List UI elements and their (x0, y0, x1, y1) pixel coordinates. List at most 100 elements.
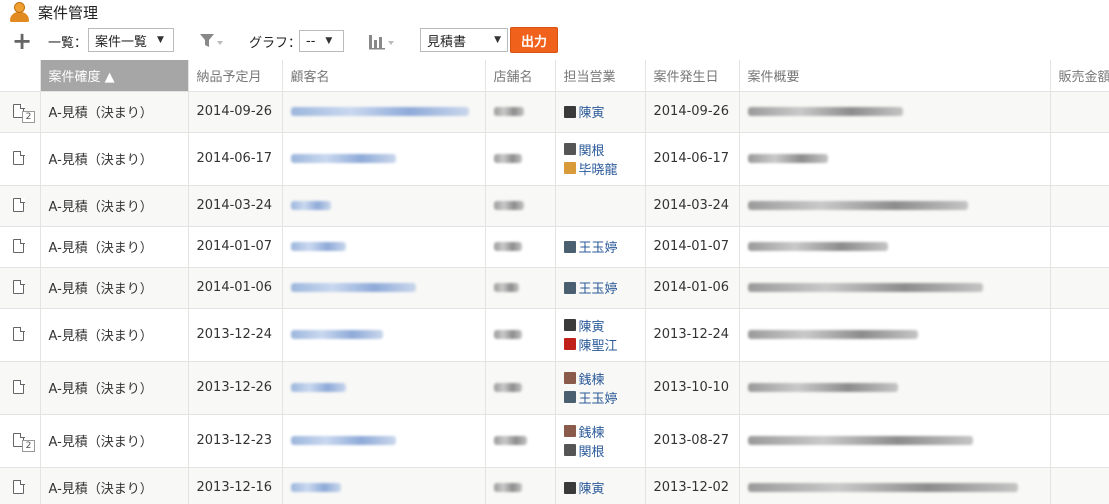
table-row[interactable]: A-見積（決まり） 2014-01-06 王玉婷 2014-01-06 (0, 267, 1109, 309)
redacted-summary (747, 483, 1018, 492)
document-icon[interactable] (13, 150, 25, 165)
redacted-customer-link[interactable] (290, 436, 396, 445)
attachment-cell[interactable] (0, 361, 41, 415)
app-person-icon (8, 2, 30, 22)
delivery-cell: 2014-01-07 (188, 226, 283, 268)
sales-person[interactable]: 関根 (563, 140, 637, 159)
document-icon[interactable] (13, 238, 25, 253)
store-cell (485, 267, 556, 309)
table-row[interactable]: 2 A-見積（決まり） 2013-12-23 銭楝 関根 2013-08-27 (0, 414, 1109, 468)
redacted-customer-link[interactable] (290, 383, 346, 392)
sales-person-name[interactable]: 関根 (579, 140, 605, 159)
customer-cell[interactable] (282, 267, 486, 309)
sales-person[interactable]: 陳聖江 (563, 335, 637, 354)
amount-cell (1050, 185, 1109, 227)
attachment-cell[interactable]: 2 (0, 414, 41, 468)
document-icon[interactable] (13, 279, 25, 294)
sales-person[interactable]: 王玉婷 (563, 237, 637, 256)
attachment-cell[interactable] (0, 308, 41, 362)
table-row[interactable]: A-見積（決まり） 2013-12-16 陳寅 2013-12-02 (0, 467, 1109, 504)
sales-person-name[interactable]: 王玉婷 (579, 388, 618, 407)
table-row[interactable]: A-見積（決まり） 2014-06-17 関根 毕晓龍 2014-06-17 (0, 132, 1109, 186)
redacted-summary (747, 201, 968, 210)
graph-label: グラフ： (249, 36, 302, 51)
graph-select[interactable]: -- ▼ (299, 30, 344, 52)
attachment-cell[interactable] (0, 132, 41, 186)
column-header-store[interactable]: 店舗名 (485, 60, 556, 92)
redacted-customer-link[interactable] (290, 107, 469, 116)
customer-cell[interactable] (282, 467, 486, 504)
avatar (563, 372, 576, 384)
sales-person-name[interactable]: 陳寅 (579, 316, 605, 335)
attachment-cell[interactable] (0, 267, 41, 309)
table-row[interactable]: A-見積（決まり） 2013-12-26 銭楝 王玉婷 2013-10-10 (0, 361, 1109, 415)
attachment-cell[interactable] (0, 185, 41, 227)
sales-person-name[interactable]: 王玉婷 (579, 237, 618, 256)
attachment-cell[interactable]: 2 (0, 91, 41, 133)
table-row[interactable]: A-見積（決まり） 2014-03-24 2014-03-24 (0, 185, 1109, 227)
table-row[interactable]: 2 A-見積（決まり） 2014-09-26 陳寅 2014-09-26 (0, 91, 1109, 133)
redacted-customer-link[interactable] (290, 242, 346, 251)
customer-cell[interactable] (282, 91, 486, 133)
column-header-rank[interactable]: 案件確度 ▲ (40, 60, 189, 92)
redacted-customer-link[interactable] (290, 283, 416, 292)
column-header-occurred[interactable]: 案件発生日 (645, 60, 740, 92)
attachment-cell[interactable] (0, 467, 41, 504)
redacted-customer-link[interactable] (290, 201, 331, 210)
export-button[interactable]: 出力 (510, 27, 559, 53)
sales-person-name[interactable]: 銭楝 (579, 422, 605, 441)
amount-cell (1050, 361, 1109, 415)
sales-person[interactable]: 王玉婷 (563, 388, 637, 407)
column-header-summary[interactable]: 案件概要 (739, 60, 1051, 92)
customer-cell[interactable] (282, 185, 486, 227)
chevron-down-icon: ▼ (494, 35, 501, 45)
document-icon[interactable] (13, 479, 25, 494)
redacted-customer-link[interactable] (290, 330, 383, 339)
report-template-select[interactable]: 見積書 ▼ (420, 28, 508, 52)
occurred-cell: 2014-06-17 (645, 132, 740, 186)
customer-cell[interactable] (282, 414, 486, 468)
redacted-summary (747, 383, 898, 392)
view-select[interactable]: 案件一覧 ▼ (88, 28, 174, 52)
sales-person-name[interactable]: 毕晓龍 (579, 159, 618, 178)
amount-cell (1050, 467, 1109, 504)
plus-icon[interactable]: + (12, 29, 32, 53)
customer-cell[interactable] (282, 361, 486, 415)
sales-person-name[interactable]: 銭楝 (579, 369, 605, 388)
sales-person[interactable]: 陳寅 (563, 316, 637, 335)
sales-person[interactable]: 銭楝 (563, 369, 637, 388)
bar-chart-icon[interactable] (368, 32, 396, 50)
sales-person-name[interactable]: 陳聖江 (579, 335, 618, 354)
filter-icon[interactable] (199, 33, 225, 49)
sales-person-name[interactable]: 王玉婷 (579, 278, 618, 297)
sales-person[interactable]: 陳寅 (563, 102, 637, 121)
sales-person[interactable]: 銭楝 (563, 422, 637, 441)
sales-person[interactable]: 毕晓龍 (563, 159, 637, 178)
document-icon[interactable] (13, 326, 25, 341)
attachment-cell[interactable] (0, 226, 41, 268)
rank-cell: A-見積（決まり） (40, 267, 189, 309)
redacted-customer-link[interactable] (290, 154, 396, 163)
sales-cell: 銭楝 王玉婷 (555, 361, 646, 415)
customer-cell[interactable] (282, 226, 486, 268)
delivery-cell: 2013-12-24 (188, 308, 283, 362)
sales-person[interactable]: 陳寅 (563, 478, 637, 497)
occurred-cell: 2014-09-26 (645, 91, 740, 133)
document-icon[interactable] (13, 379, 25, 394)
sales-cell (555, 185, 646, 227)
table-row[interactable]: A-見積（決まり） 2014-01-07 王玉婷 2014-01-07 (0, 226, 1109, 268)
column-header-amount[interactable]: 販売金額 (1050, 60, 1109, 92)
column-header-customer[interactable]: 顧客名 (282, 60, 486, 92)
sales-person-name[interactable]: 関根 (579, 441, 605, 460)
table-row[interactable]: A-見積（決まり） 2013-12-24 陳寅 陳聖江 2013-12-24 (0, 308, 1109, 362)
sales-person-name[interactable]: 陳寅 (579, 478, 605, 497)
document-icon[interactable] (13, 197, 25, 212)
sales-person[interactable]: 王玉婷 (563, 278, 637, 297)
customer-cell[interactable] (282, 132, 486, 186)
column-header-delivery[interactable]: 納品予定月 (188, 60, 283, 92)
customer-cell[interactable] (282, 308, 486, 362)
redacted-customer-link[interactable] (290, 483, 341, 492)
column-header-sales[interactable]: 担当営業 (555, 60, 646, 92)
sales-person-name[interactable]: 陳寅 (579, 102, 605, 121)
sales-person[interactable]: 関根 (563, 441, 637, 460)
